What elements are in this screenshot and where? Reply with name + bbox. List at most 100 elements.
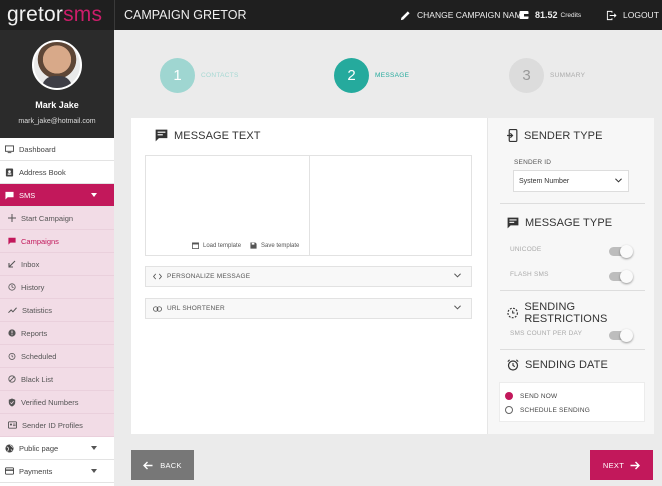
logout-button[interactable]: LOGOUT — [606, 0, 659, 30]
sidebar-item-address-book[interactable]: Address Book — [0, 161, 114, 184]
sending-date-title: SENDING DATE — [525, 359, 608, 371]
sidebar-item-reports[interactable]: Reports — [0, 322, 114, 345]
chevron-down-icon — [454, 305, 461, 310]
url-shortener-accordion[interactable]: URL SHORTENER — [145, 298, 472, 319]
sidebar-item-label: Black List — [21, 374, 54, 384]
plus-icon — [8, 214, 16, 222]
sidebar-item-verified-numbers[interactable]: Verified Numbers — [0, 391, 114, 414]
section-divider — [500, 203, 645, 204]
message-icon — [8, 237, 16, 245]
sending-date-heading: SENDING DATE — [507, 359, 608, 371]
save-icon — [250, 242, 257, 249]
back-button[interactable]: BACK — [131, 450, 194, 480]
sender-id-value: System Number — [519, 177, 570, 185]
sending-restrictions-title: SENDING RESTRICTIONS — [524, 301, 608, 325]
sidebar-item-label: Campaigns — [21, 236, 59, 246]
load-template-label: Load template — [203, 242, 242, 249]
message-textarea[interactable] — [146, 156, 309, 255]
sidebar-item-label: Scheduled — [21, 351, 57, 361]
sender-type-title: SENDER TYPE — [524, 129, 603, 142]
sms-submenu: Start Campaign Campaigns Inbox History S… — [0, 207, 114, 437]
step-message[interactable]: 2 MESSAGE — [334, 58, 409, 93]
logo-text-gretor: gretor — [7, 3, 64, 26]
globe-icon — [5, 443, 14, 453]
sidebar-item-label: Address Book — [19, 167, 66, 177]
settings-panel: SENDER TYPE SENDER ID System Number MESS… — [487, 118, 654, 434]
caret-down-icon — [91, 193, 97, 197]
sidebar-item-label: Public page — [19, 443, 59, 453]
code-icon — [153, 273, 162, 280]
save-template-label: Save template — [261, 242, 300, 249]
top-bar: gretorsms CAMPAIGN GRETOR CHANGE CAMPAIG… — [0, 0, 662, 30]
personalize-message-label: PERSONALIZE MESSAGE — [167, 273, 251, 280]
send-now-radio[interactable]: SEND NOW — [505, 392, 557, 400]
next-button[interactable]: NEXT — [590, 450, 653, 480]
app-logo[interactable]: gretorsms — [0, 0, 114, 30]
sidebar: Mark Jake mark_jake@hotmail.com Dashboar… — [0, 30, 114, 486]
sidebar-item-label: Start Campaign — [21, 213, 74, 223]
sidebar-item-label: Verified Numbers — [21, 397, 79, 407]
sender-id-select[interactable]: System Number — [513, 170, 629, 192]
load-template-button[interactable]: Load template — [192, 242, 241, 249]
alarm-clock-icon — [8, 352, 16, 360]
campaign-message-card: MESSAGE TEXT Load template Save template… — [131, 118, 654, 434]
arrow-down-left-icon — [8, 260, 16, 268]
sidebar-item-payments[interactable]: Payments — [0, 460, 114, 483]
chevron-down-icon — [454, 273, 461, 278]
personalize-message-accordion[interactable]: PERSONALIZE MESSAGE — [145, 266, 472, 287]
sidebar-item-campaigns[interactable]: Campaigns — [0, 230, 114, 253]
block-icon — [8, 375, 16, 383]
sender-id-label: SENDER ID — [514, 159, 552, 166]
back-label: BACK — [160, 460, 182, 470]
sms-count-per-day-toggle[interactable] — [609, 329, 633, 342]
wallet-icon — [519, 11, 529, 19]
credits-amount: 81.52 — [535, 10, 558, 20]
sidebar-item-label: Dashboard — [19, 144, 56, 154]
sidebar-nav-bottom: Public page Payments — [0, 437, 114, 483]
section-divider — [500, 290, 645, 291]
sidebar-item-label: History — [21, 282, 45, 292]
logout-icon — [606, 10, 617, 20]
radio-selected-dot — [505, 392, 513, 400]
flash-sms-label: FLASH SMS — [510, 271, 549, 278]
sidebar-item-dashboard[interactable]: Dashboard — [0, 138, 114, 161]
unicode-toggle[interactable] — [609, 245, 633, 258]
campaign-title: CAMPAIGN GRETOR — [114, 0, 246, 30]
sending-date-options — [499, 382, 645, 422]
change-campaign-name-label: CHANGE CAMPAIGN NAME — [417, 10, 528, 20]
sidebar-item-label: SMS — [19, 190, 36, 200]
sidebar-item-inbox[interactable]: Inbox — [0, 253, 114, 276]
step-number: 1 — [160, 58, 195, 93]
calendar-icon — [192, 242, 199, 249]
info-circle-icon — [8, 329, 16, 337]
sidebar-item-start-campaign[interactable]: Start Campaign — [0, 207, 114, 230]
sidebar-item-sender-id-profiles[interactable]: Sender ID Profiles — [0, 414, 114, 437]
schedule-sending-radio[interactable]: SCHEDULE SENDING — [505, 406, 590, 414]
step-contacts[interactable]: 1 CONTACTS — [160, 58, 239, 93]
logo-text-sms: sms — [63, 3, 103, 26]
sidebar-item-label: Sender ID Profiles — [22, 420, 83, 430]
change-campaign-name-button[interactable]: CHANGE CAMPAIGN NAME — [400, 0, 527, 30]
credits-indicator[interactable]: 81.52 Credits — [519, 0, 581, 30]
flash-sms-toggle[interactable] — [609, 270, 633, 283]
save-template-button[interactable]: Save template — [250, 242, 299, 249]
caret-down-icon — [91, 469, 97, 473]
step-number: 3 — [509, 58, 544, 93]
message-text-title: MESSAGE TEXT — [174, 129, 261, 142]
step-summary[interactable]: 3 SUMMARY — [509, 58, 585, 93]
message-type-heading: MESSAGE TYPE — [507, 217, 612, 229]
sidebar-item-history[interactable]: History — [0, 276, 114, 299]
schedule-sending-label: SCHEDULE SENDING — [520, 406, 591, 414]
sms-count-per-day-label: SMS COUNT PER DAY — [510, 330, 583, 337]
shield-check-icon — [8, 398, 16, 406]
sidebar-item-scheduled[interactable]: Scheduled — [0, 345, 114, 368]
radio-unselected-dot — [505, 406, 513, 414]
sidebar-item-public-page[interactable]: Public page — [0, 437, 114, 460]
sidebar-item-sms[interactable]: SMS — [0, 184, 114, 207]
sidebar-item-black-list[interactable]: Black List — [0, 368, 114, 391]
step-label: MESSAGE — [375, 72, 410, 79]
send-now-label: SEND NOW — [520, 392, 558, 400]
profile-email: mark_jake@hotmail.com — [18, 118, 96, 125]
sidebar-item-statistics[interactable]: Statistics — [0, 299, 114, 322]
avatar[interactable] — [32, 40, 82, 90]
